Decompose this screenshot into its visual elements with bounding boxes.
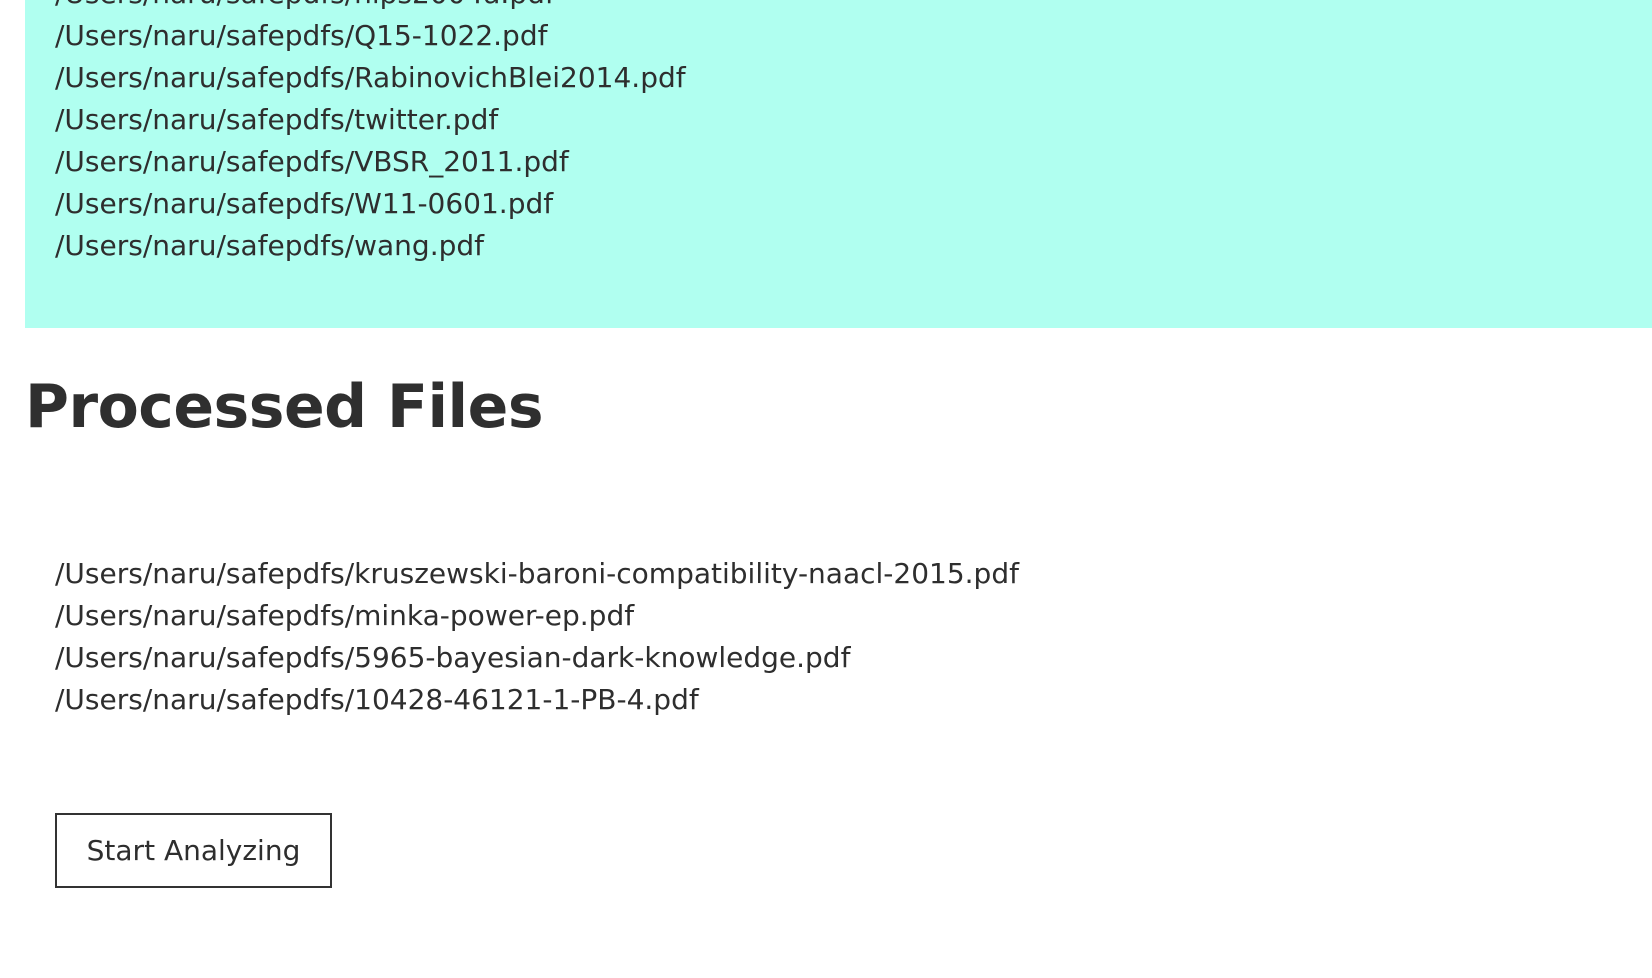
queued-file-item: /Users/naru/safepdfs/VBSR_2011.pdf [55, 145, 569, 178]
queued-files-panel: /Users/naru/safepdfs/nips2004a.pdf /User… [25, 0, 1652, 328]
processed-file-item: /Users/naru/safepdfs/10428-46121-1-PB-4.… [55, 683, 699, 716]
queued-file-item: /Users/naru/safepdfs/Q15-1022.pdf [55, 19, 548, 52]
processed-file-item: /Users/naru/safepdfs/kruszewski-baroni-c… [55, 557, 1019, 590]
processed-file-list: /Users/naru/safepdfs/kruszewski-baroni-c… [55, 553, 1019, 721]
queued-file-list: /Users/naru/safepdfs/nips2004a.pdf /User… [55, 0, 686, 267]
processed-files-heading: Processed Files [25, 372, 544, 442]
queued-file-item: /Users/naru/safepdfs/nips2004a.pdf [55, 0, 686, 15]
queued-file-item: /Users/naru/safepdfs/RabinovichBlei2014.… [55, 61, 686, 94]
start-analyzing-button[interactable]: Start Analyzing [55, 813, 332, 888]
queued-file-item: /Users/naru/safepdfs/W11-0601.pdf [55, 187, 554, 220]
queued-file-item: /Users/naru/safepdfs/twitter.pdf [55, 103, 499, 136]
processed-file-item: /Users/naru/safepdfs/minka-power-ep.pdf [55, 599, 635, 632]
queued-file-item: /Users/naru/safepdfs/wang.pdf [55, 229, 485, 262]
processed-file-item: /Users/naru/safepdfs/5965-bayesian-dark-… [55, 641, 851, 674]
